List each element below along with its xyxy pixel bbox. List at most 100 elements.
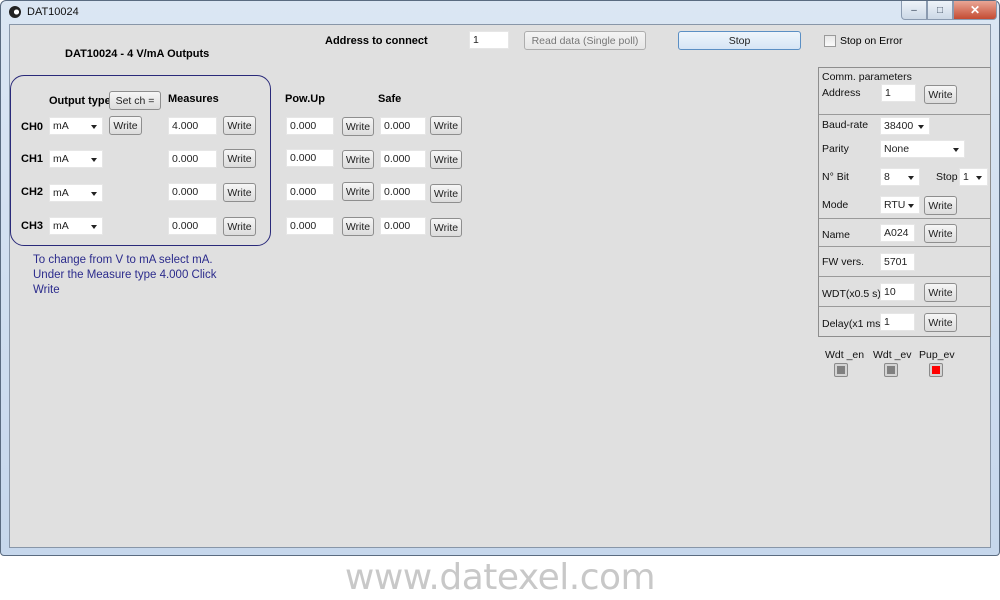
- set-ch-button[interactable]: Set ch =: [109, 91, 161, 110]
- parity-select[interactable]: None: [880, 140, 965, 158]
- pow-up-input[interactable]: 0.000: [286, 183, 334, 201]
- chevron-down-icon: [976, 176, 982, 180]
- baud-rate-select[interactable]: 38400: [880, 117, 930, 135]
- baud-rate-label: Baud-rate: [822, 119, 869, 131]
- output-type-select[interactable]: mA: [49, 117, 103, 135]
- wdt-en-indicator: [834, 363, 848, 377]
- address-to-connect-label: Address to connect: [325, 35, 428, 47]
- address-write-button[interactable]: Write: [924, 85, 957, 104]
- fw-version-label: FW vers.: [822, 256, 864, 268]
- safe-write-button[interactable]: Write: [430, 150, 462, 169]
- measure-write-button[interactable]: Write: [223, 116, 256, 135]
- maximize-button[interactable]: □: [927, 1, 953, 20]
- mode-write-button[interactable]: Write: [924, 196, 957, 215]
- output-type-select[interactable]: mA: [49, 217, 103, 235]
- output-type-select[interactable]: mA: [49, 150, 103, 168]
- comm-parameters-panel: Comm. parameters Address 1 Write Baud-ra…: [818, 67, 991, 337]
- measure-write-button[interactable]: Write: [223, 183, 256, 202]
- stop-on-error-label: Stop on Error: [840, 35, 903, 47]
- chevron-down-icon: [953, 148, 959, 152]
- comm-address-input[interactable]: 1: [881, 84, 916, 102]
- n-bit-select[interactable]: 8: [880, 168, 920, 186]
- output-type-select[interactable]: mA: [49, 184, 103, 202]
- chevron-down-icon: [908, 204, 914, 208]
- name-write-button[interactable]: Write: [924, 224, 957, 243]
- chevron-down-icon: [91, 158, 97, 162]
- instruction-note: To change from V to mA select mA. Under …: [33, 254, 217, 296]
- minimize-button[interactable]: –: [901, 1, 927, 20]
- safe-input[interactable]: 0.000: [380, 117, 426, 135]
- channel-label: CH0: [21, 121, 44, 133]
- title-bar: DAT10024 – □ ✕: [1, 1, 999, 23]
- pow-up-write-button[interactable]: Write: [342, 182, 374, 201]
- delay-label: Delay(x1 ms): [822, 318, 884, 330]
- fw-version-value: 5701: [880, 253, 915, 271]
- divider: [819, 276, 990, 277]
- divider: [819, 306, 990, 307]
- safe-write-button[interactable]: Write: [430, 116, 462, 135]
- chevron-down-icon: [91, 125, 97, 129]
- close-icon: ✕: [969, 3, 981, 17]
- pow-up-input[interactable]: 0.000: [286, 149, 334, 167]
- mode-select[interactable]: RTU: [880, 196, 920, 214]
- stop-bits-label: Stop: [936, 171, 958, 183]
- chevron-down-icon: [918, 125, 924, 129]
- output-type-write-button[interactable]: Write: [109, 116, 142, 135]
- delay-input[interactable]: 1: [880, 313, 915, 331]
- wdt-input[interactable]: 10: [880, 283, 915, 301]
- measure-input[interactable]: 0.000: [168, 217, 217, 235]
- pow-up-header: Pow.Up: [285, 93, 325, 105]
- app-window: DAT10024 – □ ✕ DAT10024 - 4 V/mA Outputs…: [0, 0, 1000, 556]
- divider: [819, 246, 990, 247]
- measure-input[interactable]: 4.000: [168, 117, 217, 135]
- pow-up-input[interactable]: 0.000: [286, 217, 334, 235]
- measures-header: Measures: [168, 93, 219, 105]
- mode-value: RTU: [884, 199, 906, 211]
- maximize-icon: □: [936, 4, 944, 16]
- wdt-write-button[interactable]: Write: [924, 283, 957, 302]
- read-data-button[interactable]: Read data (Single poll): [524, 31, 646, 50]
- address-to-connect-input[interactable]: 1: [469, 31, 509, 49]
- measure-input[interactable]: 0.000: [168, 150, 217, 168]
- n-bit-value: 8: [884, 171, 890, 183]
- output-type-value: mA: [53, 120, 69, 132]
- watermark-text: www.datexel.com: [344, 557, 656, 598]
- delay-write-button[interactable]: Write: [924, 313, 957, 332]
- address-label: Address: [822, 87, 861, 99]
- wdt-ev-label: Wdt _ev: [873, 349, 912, 361]
- stop-on-error-checkbox[interactable]: [824, 35, 836, 47]
- safe-input[interactable]: 0.000: [380, 183, 426, 201]
- stop-button[interactable]: Stop: [678, 31, 801, 50]
- safe-header: Safe: [378, 93, 402, 105]
- chevron-down-icon: [91, 225, 97, 229]
- name-input[interactable]: A024: [880, 224, 915, 242]
- measure-write-button[interactable]: Write: [223, 217, 256, 236]
- output-type-header: Output type: [49, 95, 111, 107]
- stop-bits-select[interactable]: 1: [959, 168, 988, 186]
- n-bit-label: N° Bit: [822, 171, 849, 183]
- pow-up-write-button[interactable]: Write: [342, 117, 374, 136]
- measure-write-button[interactable]: Write: [223, 149, 256, 168]
- safe-write-button[interactable]: Write: [430, 184, 462, 203]
- output-type-value: mA: [53, 220, 69, 232]
- divider: [819, 218, 990, 219]
- app-icon: [9, 6, 21, 18]
- measure-input[interactable]: 0.000: [168, 183, 217, 201]
- name-label: Name: [822, 229, 851, 241]
- divider: [819, 114, 990, 115]
- safe-write-button[interactable]: Write: [430, 218, 462, 237]
- safe-input[interactable]: 0.000: [380, 217, 426, 235]
- parity-value: None: [884, 143, 910, 155]
- pow-up-input[interactable]: 0.000: [286, 117, 334, 135]
- pow-up-write-button[interactable]: Write: [342, 150, 374, 169]
- close-button[interactable]: ✕: [953, 1, 997, 20]
- device-title: DAT10024 - 4 V/mA Outputs: [65, 48, 210, 60]
- safe-input[interactable]: 0.000: [380, 150, 426, 168]
- parity-label: Parity: [822, 143, 849, 155]
- output-type-value: mA: [53, 153, 69, 165]
- channel-label: CH3: [21, 220, 44, 232]
- mode-label: Mode: [822, 199, 849, 211]
- output-type-value: mA: [53, 187, 69, 199]
- stop-bits-value: 1: [963, 171, 969, 183]
- pow-up-write-button[interactable]: Write: [342, 217, 374, 236]
